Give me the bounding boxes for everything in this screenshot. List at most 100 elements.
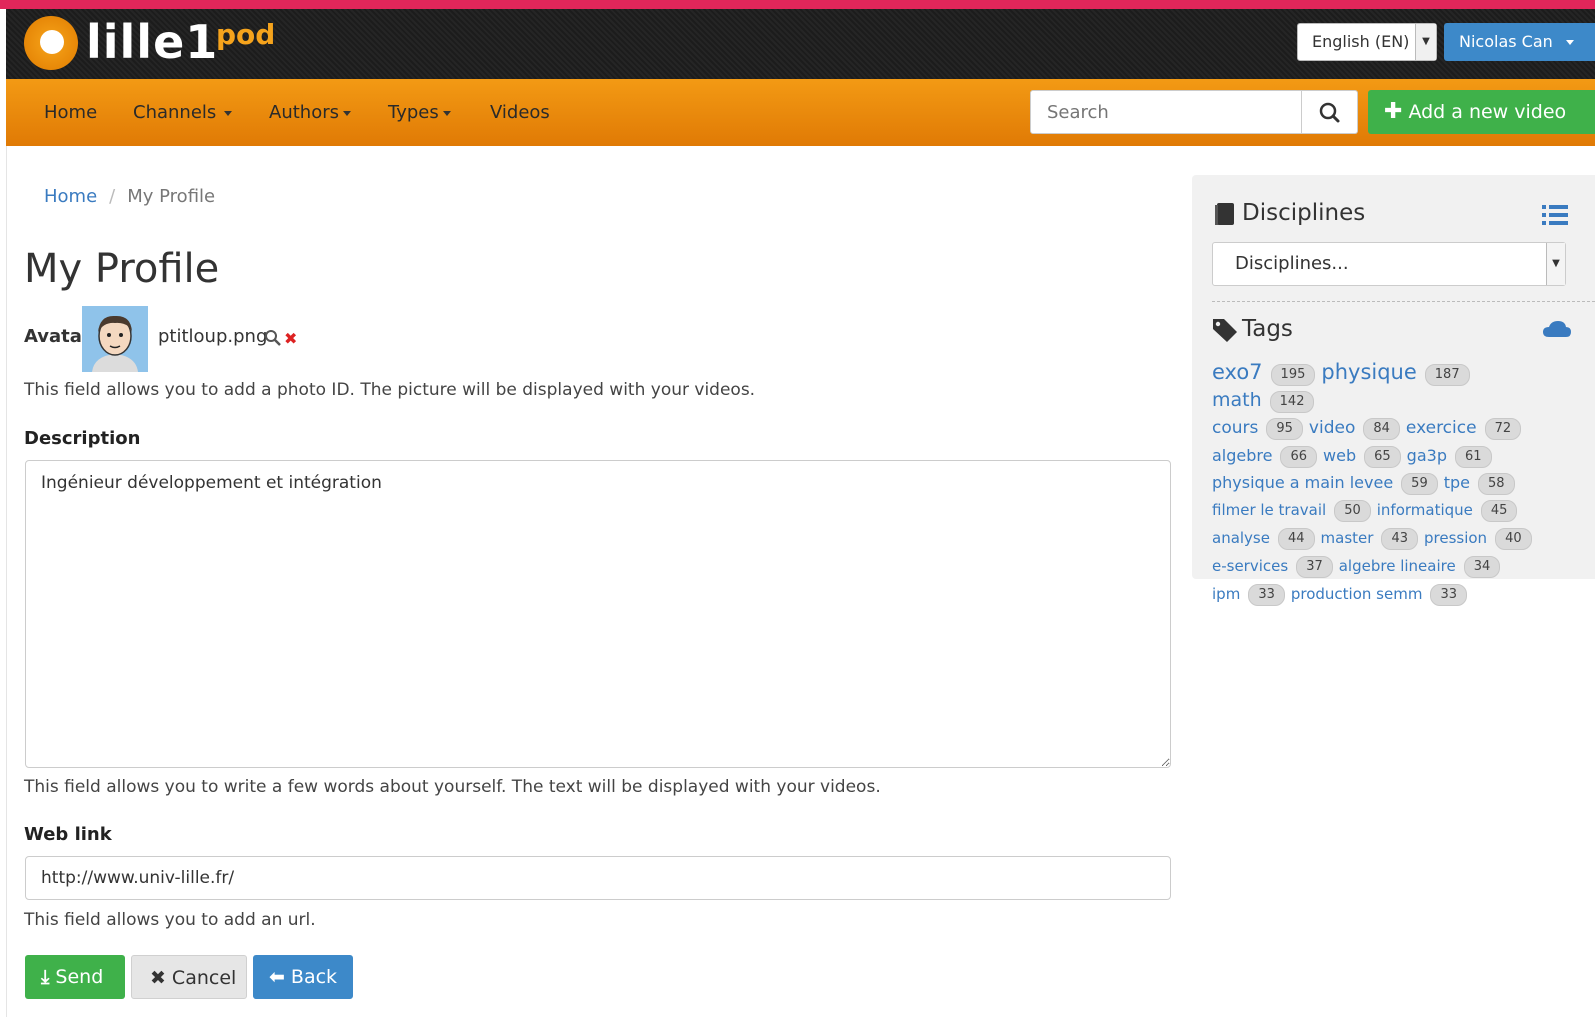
- description-help: This field allows you to write a few wor…: [24, 777, 881, 797]
- tag-item[interactable]: physique a main levee 59: [1212, 472, 1444, 495]
- site-logo[interactable]: lille1 pod: [24, 13, 284, 75]
- disciplines-value: Disciplines...: [1235, 253, 1349, 274]
- tag-item[interactable]: cours 95: [1212, 417, 1309, 440]
- language-value: English (EN): [1312, 32, 1410, 51]
- plus-icon: ✚: [1384, 99, 1403, 124]
- download-icon: ⤓: [41, 966, 50, 988]
- add-video-button[interactable]: ✚ Add a new video: [1368, 90, 1595, 134]
- logo-suffix: pod: [216, 18, 276, 51]
- tag-icon: [1213, 319, 1237, 342]
- tag-item[interactable]: algebre lineaire 34: [1338, 555, 1507, 578]
- tag-count: 43: [1381, 527, 1418, 550]
- search-icon: [1319, 102, 1340, 123]
- caret-down-icon: [224, 110, 233, 116]
- remove-icon[interactable]: ✖: [284, 329, 297, 348]
- tag-item[interactable]: informatique 45: [1377, 499, 1524, 522]
- tag-item[interactable]: master 43: [1320, 527, 1424, 550]
- tag-item[interactable]: filmer le travail 50: [1212, 499, 1377, 522]
- caret-down-icon: [442, 110, 451, 116]
- header-bar: lille1 pod English (EN) ▼ Nicolas Can: [6, 9, 1595, 79]
- nav-types-label: Types: [388, 102, 439, 123]
- sidebar-panel: Disciplines Disciplines... ▼ Tags exo7 19…: [1192, 175, 1595, 606]
- weblink-help: This field allows you to add an url.: [24, 910, 316, 930]
- nav-videos[interactable]: Videos: [490, 79, 550, 146]
- tag-item[interactable]: physique 187: [1321, 360, 1475, 386]
- tag-count: 59: [1401, 472, 1438, 495]
- tag-item[interactable]: tpe 58: [1443, 472, 1521, 495]
- tag-count: 84: [1363, 417, 1400, 440]
- tag-name: filmer le travail: [1212, 501, 1327, 519]
- book-icon: [1215, 203, 1234, 225]
- tag-name: video: [1308, 418, 1356, 438]
- tag-name: production semm: [1290, 585, 1423, 603]
- tag-item[interactable]: exercice 72: [1405, 417, 1527, 440]
- tag-name: exercice: [1405, 418, 1477, 438]
- caret-down-icon: [342, 110, 351, 116]
- tag-item[interactable]: web 65: [1323, 445, 1407, 468]
- tag-count: 50: [1334, 499, 1371, 522]
- search-button[interactable]: [1302, 90, 1358, 134]
- tag-name: analyse: [1212, 529, 1270, 547]
- logo-text: lille1: [86, 15, 219, 69]
- sidebar-divider: [1212, 301, 1595, 302]
- tag-count: 34: [1463, 555, 1501, 578]
- tag-name: algebre lineaire: [1338, 557, 1456, 575]
- nav-types[interactable]: Types: [388, 79, 451, 146]
- breadcrumb-home[interactable]: Home: [44, 186, 97, 207]
- nav-authors[interactable]: Authors: [269, 79, 351, 146]
- tag-count: 61: [1454, 445, 1492, 468]
- tag-item[interactable]: algebre 66: [1212, 445, 1323, 468]
- tag-item[interactable]: analyse 44: [1212, 527, 1321, 550]
- disciplines-select[interactable]: Disciplines... ▼: [1212, 242, 1566, 286]
- tag-count: 58: [1478, 472, 1515, 495]
- cancel-button[interactable]: ✖ Cancel: [131, 955, 247, 999]
- tag-count: 45: [1480, 499, 1518, 522]
- tag-item[interactable]: exo7 195: [1212, 360, 1321, 386]
- list-icon[interactable]: [1542, 204, 1568, 226]
- page-title: My Profile: [24, 246, 220, 292]
- tag-item[interactable]: ga3p 61: [1406, 445, 1498, 468]
- chevron-down-icon: ▼: [1546, 243, 1565, 285]
- avatar-label: Avatar: [24, 326, 91, 347]
- search-input[interactable]: [1030, 90, 1302, 134]
- zoom-icon[interactable]: [264, 329, 282, 347]
- tag-count: 65: [1364, 445, 1401, 468]
- breadcrumb-current: My Profile: [127, 186, 216, 207]
- tag-name: tpe: [1443, 473, 1470, 492]
- avatar-filename: ptitloup.png: [158, 326, 268, 347]
- send-button[interactable]: ⤓ Send: [25, 955, 125, 999]
- tag-count: 33: [1430, 583, 1467, 606]
- tag-item[interactable]: production semm 33: [1290, 583, 1473, 606]
- nav-channels-label: Channels: [133, 102, 217, 123]
- main-navbar: Home Channels Authors Types Videos ✚Add …: [6, 79, 1595, 146]
- avatar-face-icon: [82, 306, 148, 372]
- tag-item[interactable]: math 142: [1212, 389, 1320, 413]
- tag-count: 37: [1296, 555, 1333, 578]
- nav-home[interactable]: Home: [44, 79, 97, 146]
- chevron-down-icon: ▼: [1415, 24, 1436, 60]
- tag-name: master: [1320, 529, 1374, 547]
- description-textarea[interactable]: Ingénieur développement et intégration: [25, 460, 1171, 768]
- tag-item[interactable]: video 84: [1308, 417, 1406, 440]
- tag-count: 195: [1270, 363, 1316, 386]
- tag-count: 187: [1424, 363, 1470, 386]
- weblink-label: Web link: [24, 824, 112, 845]
- close-icon: ✖: [150, 967, 166, 989]
- nav-channels[interactable]: Channels: [133, 79, 233, 146]
- tag-cloud: exo7 195 physique 187 math 142 cours 95 video 84…: [1212, 359, 1584, 608]
- tag-item[interactable]: pression 40: [1424, 527, 1538, 550]
- tag-item[interactable]: ipm 33: [1212, 583, 1291, 606]
- language-select[interactable]: English (EN) ▼: [1297, 23, 1437, 61]
- weblink-input[interactable]: [25, 856, 1171, 900]
- user-menu-button[interactable]: Nicolas Can: [1444, 23, 1595, 61]
- tag-item[interactable]: e-services 37: [1212, 555, 1339, 578]
- cloud-icon[interactable]: [1542, 320, 1572, 338]
- nav-home-label: Home: [44, 102, 98, 123]
- tag-name: exo7: [1212, 360, 1263, 384]
- tag-name: ga3p: [1406, 446, 1447, 465]
- cancel-label: Cancel: [171, 967, 237, 989]
- description-label: Description: [24, 428, 141, 449]
- tag-name: physique: [1321, 360, 1417, 384]
- back-button[interactable]: ⬅ Back: [253, 955, 353, 999]
- breadcrumb-separator: /: [109, 186, 116, 207]
